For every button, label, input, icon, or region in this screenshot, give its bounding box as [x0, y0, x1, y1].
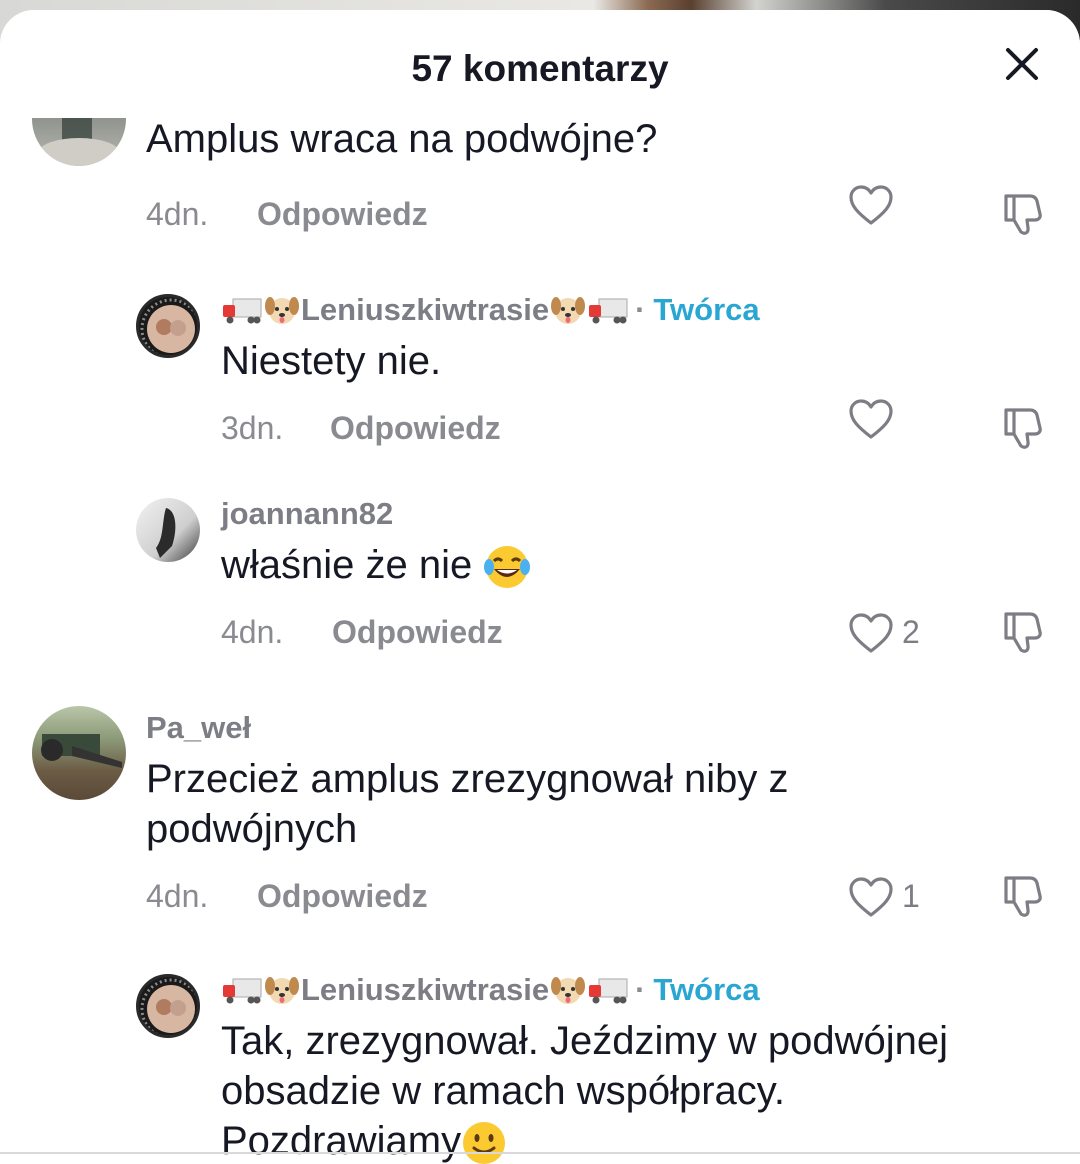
- comment-list[interactable]: Amplus wraca na podwójne? 4dn. Odpowiedz…: [0, 10, 1080, 1164]
- laughing-tears-emoji-icon: [484, 546, 531, 589]
- comments-sheet: Amplus wraca na podwójne? 4dn. Odpowiedz…: [0, 10, 1080, 1164]
- avatar[interactable]: [136, 498, 200, 562]
- smiley-emoji-icon: [463, 1122, 506, 1164]
- thumbs-down-icon[interactable]: [1000, 192, 1044, 236]
- heart-icon[interactable]: [848, 398, 894, 440]
- reply-button[interactable]: Odpowiedz: [257, 196, 428, 233]
- separator-dot: ·: [635, 292, 646, 327]
- heart-icon[interactable]: [848, 612, 894, 654]
- heart-icon[interactable]: [848, 184, 894, 226]
- reply-button[interactable]: Odpowiedz: [330, 410, 501, 447]
- comment-text: Przecież amplus zrezygnował niby z podwó…: [146, 754, 788, 854]
- dog-emoji-icon: [551, 977, 586, 1004]
- comment-time: 3dn.: [221, 410, 284, 446]
- comment-username[interactable]: Leniuszkiwtrasie · Twórca: [221, 292, 760, 328]
- like-count: 1: [902, 878, 920, 914]
- comment-time: 4dn.: [221, 614, 284, 650]
- comment-time: 4dn.: [146, 878, 209, 914]
- page-title: 57 komentarzy: [411, 48, 669, 89]
- comment-text: Niestety nie.: [221, 339, 442, 383]
- comment-text: Amplus wraca na podwójne?: [146, 117, 658, 161]
- comment-text-line: Przecież amplus zrezygnował niby z: [146, 757, 789, 801]
- comment-text-line: obsadzie w ramach współpracy.: [221, 1069, 785, 1113]
- comment-username[interactable]: Leniuszkiwtrasie · Twórca: [221, 972, 760, 1008]
- truck-emoji-icon: [223, 298, 262, 324]
- comment-text-content: właśnie że nie: [221, 543, 473, 587]
- reply-button[interactable]: Odpowiedz: [257, 878, 428, 915]
- reply-button[interactable]: Odpowiedz: [332, 614, 503, 651]
- dog-emoji-icon: [265, 977, 299, 1004]
- avatar[interactable]: [136, 974, 200, 1038]
- truck-emoji-icon: [223, 978, 262, 1004]
- truck-emoji-icon: [589, 978, 628, 1004]
- truck-emoji-icon: [589, 298, 628, 324]
- thumbs-down-icon[interactable]: [1000, 406, 1044, 450]
- close-icon[interactable]: [1002, 44, 1042, 84]
- creator-badge: Twórca: [653, 292, 760, 327]
- thumbs-down-icon[interactable]: [1000, 610, 1044, 654]
- comment-text: Tak, zrezygnował. Jeździmy w podwójnej o…: [221, 1016, 948, 1164]
- comment-text-line: Pozdrawiamy: [221, 1116, 948, 1164]
- username-text: Leniuszkiwtrasie: [301, 972, 550, 1007]
- comment-username[interactable]: Pa_weł: [146, 710, 251, 746]
- like-count: 2: [902, 614, 920, 650]
- comment-text-line: Tak, zrezygnował. Jeździmy w podwójnej: [221, 1019, 948, 1063]
- avatar[interactable]: [136, 294, 200, 358]
- separator-dot: ·: [635, 972, 646, 1007]
- comment-text-line: podwójnych: [146, 807, 358, 851]
- heart-icon[interactable]: [848, 876, 894, 918]
- comments-header: 57 komentarzy: [0, 10, 1080, 118]
- dog-emoji-icon: [265, 297, 299, 324]
- avatar[interactable]: [32, 706, 126, 800]
- dog-emoji-icon: [551, 297, 586, 324]
- comment-text: właśnie że nie: [221, 540, 531, 591]
- thumbs-down-icon[interactable]: [1000, 874, 1044, 918]
- username-text: Leniuszkiwtrasie: [301, 292, 550, 327]
- divider: [0, 1152, 1080, 1154]
- comment-text-content: Pozdrawiamy: [221, 1119, 462, 1163]
- comment-username[interactable]: joannann82: [221, 496, 393, 532]
- creator-badge: Twórca: [653, 972, 760, 1007]
- comment-time: 4dn.: [146, 196, 209, 232]
